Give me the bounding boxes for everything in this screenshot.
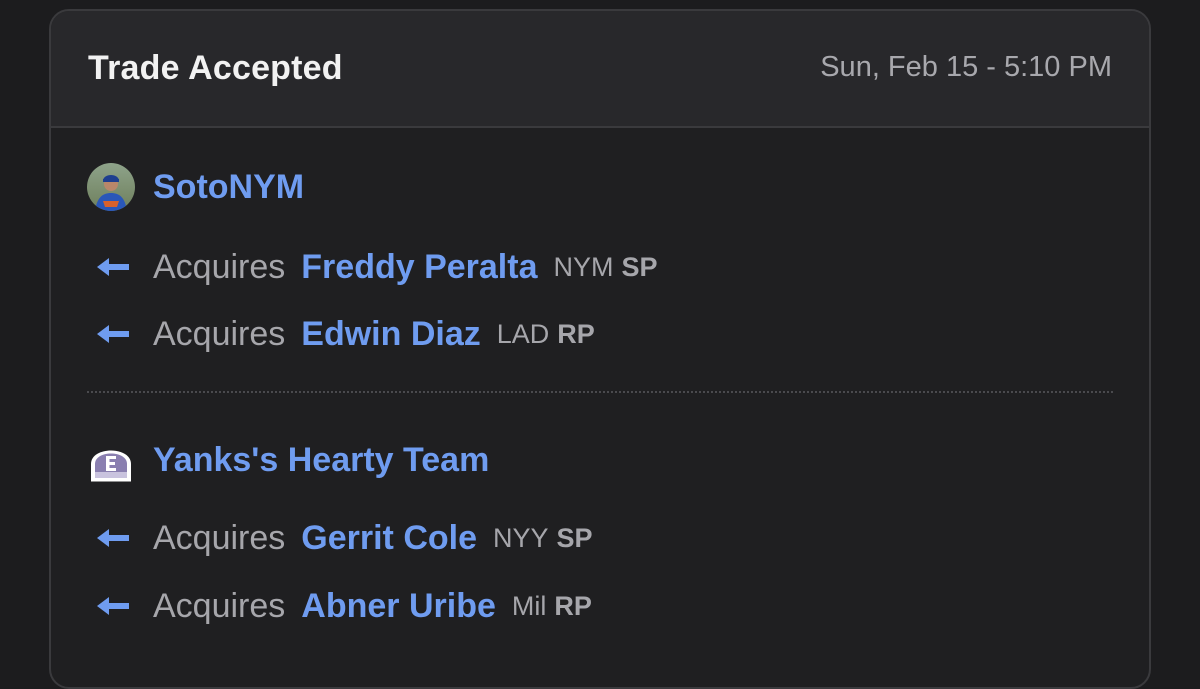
acquisition-row: Acquires Gerrit Cole NYY SP: [95, 518, 593, 558]
left-arrow-icon: [97, 529, 129, 547]
left-arrow-icon: [97, 325, 129, 343]
acquisition-row: Acquires Freddy Peralta NYM SP: [95, 247, 658, 287]
player-team: LAD: [496, 318, 550, 349]
acquires-label: Acquires: [153, 314, 286, 353]
player-team: NYM: [553, 251, 614, 282]
team-header-yanks[interactable]: Yanks's Hearty Team: [87, 436, 489, 484]
player-position: SP: [556, 522, 593, 553]
player-link[interactable]: Abner Uribe: [301, 587, 496, 626]
acquires-label: Acquires: [153, 518, 286, 557]
player-team: Mil: [511, 590, 547, 621]
player-position: SP: [621, 251, 658, 282]
acquisition-row: Acquires Edwin Diaz LAD RP: [95, 314, 595, 354]
player-link[interactable]: Gerrit Cole: [301, 519, 477, 558]
acquisition-row: Acquires Abner Uribe Mil RP: [95, 586, 592, 626]
trade-card-header: Trade Accepted Sun, Feb 15 - 5:10 PM: [51, 11, 1149, 128]
team-name[interactable]: Yanks's Hearty Team: [153, 441, 489, 480]
team-divider: [87, 391, 1113, 393]
left-arrow-icon: [97, 258, 129, 276]
player-position: RP: [554, 590, 592, 621]
player-team: NYY: [493, 522, 549, 553]
trade-card: Trade Accepted Sun, Feb 15 - 5:10 PM Sot…: [49, 9, 1151, 689]
team-name[interactable]: SotoNYM: [153, 168, 304, 207]
trade-timestamp: Sun, Feb 15 - 5:10 PM: [820, 51, 1112, 83]
team-avatar-photo-icon: [87, 163, 135, 211]
player-link[interactable]: Edwin Diaz: [301, 315, 480, 354]
acquires-label: Acquires: [153, 247, 286, 286]
team-header-sotonym[interactable]: SotoNYM: [87, 163, 304, 211]
acquires-label: Acquires: [153, 586, 286, 625]
trade-title: Trade Accepted: [88, 49, 343, 87]
left-arrow-icon: [97, 597, 129, 615]
player-position: RP: [557, 318, 595, 349]
player-link[interactable]: Freddy Peralta: [301, 248, 537, 287]
espn-cap-icon: [87, 436, 135, 484]
